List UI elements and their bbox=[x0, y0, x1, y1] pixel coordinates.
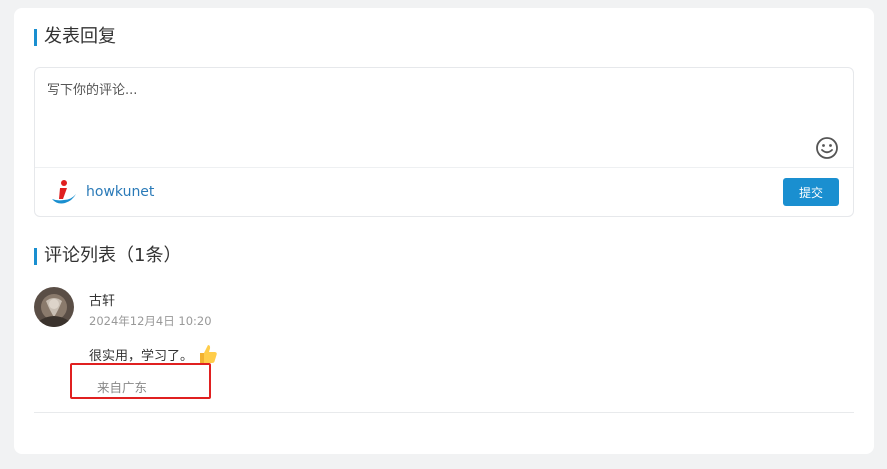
comment-timestamp: 2024年12月4日 10:20 bbox=[89, 314, 212, 328]
comment-author[interactable]: 古轩 bbox=[89, 290, 115, 309]
user-logo-icon bbox=[51, 179, 77, 207]
comment-list-title: 评论列表（1条） bbox=[34, 245, 181, 267]
comment-card: 发表回复 howkunet 提交 评论列表（1条） bbox=[14, 8, 874, 454]
comment-input[interactable] bbox=[35, 68, 853, 166]
comment-location: 来自广东 bbox=[97, 380, 148, 395]
comment-editor: howkunet 提交 bbox=[34, 67, 854, 217]
comment-text: 很实用，学习了。 bbox=[89, 348, 194, 364]
comment-item: 古轩 2024年12月4日 10:20 很实用，学习了。 来自广东 bbox=[34, 287, 854, 413]
emoji-icon[interactable] bbox=[815, 136, 839, 160]
comment-divider bbox=[34, 412, 854, 413]
current-username[interactable]: howkunet bbox=[86, 183, 154, 201]
avatar[interactable] bbox=[34, 287, 74, 327]
editor-footer: howkunet 提交 bbox=[35, 167, 853, 217]
reply-section-title: 发表回复 bbox=[34, 26, 116, 48]
submit-button[interactable]: 提交 bbox=[783, 178, 839, 206]
